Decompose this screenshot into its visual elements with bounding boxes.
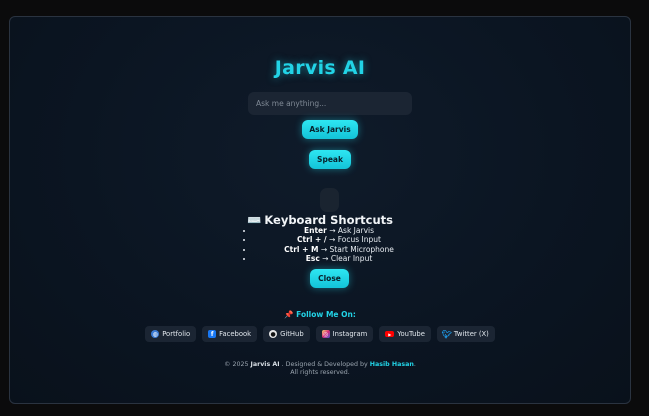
shortcut-item: Esc → Clear Input bbox=[254, 254, 424, 263]
shortcut-item: Ctrl + M → Start Microphone bbox=[254, 245, 424, 254]
search-input[interactable] bbox=[248, 92, 412, 115]
facebook-icon: f bbox=[208, 330, 217, 338]
shortcuts-heading: ⌨️ Keyboard Shortcuts bbox=[10, 213, 630, 227]
footer-credit: © 2025 Jarvis AI . Designed & Developed … bbox=[224, 361, 416, 368]
app-panel: Jarvis AI Ask Jarvis Speak ⌨️Keyboard Sh… bbox=[9, 16, 631, 404]
social-link-github[interactable]: ● GitHub bbox=[263, 326, 310, 342]
keyboard-icon: ⌨️ bbox=[246, 213, 262, 227]
follow-heading: 📌 Follow Me On: bbox=[284, 310, 356, 319]
shortcuts-title: Keyboard Shortcuts bbox=[264, 213, 394, 227]
close-button[interactable]: Close bbox=[310, 269, 349, 288]
social-link-portfolio[interactable]: ◍ Portfolio bbox=[145, 326, 197, 342]
instagram-icon: ◎ bbox=[321, 330, 330, 338]
speak-button[interactable]: Speak bbox=[309, 150, 351, 169]
youtube-icon: ▶ bbox=[385, 331, 395, 337]
social-link-youtube[interactable]: ▶ YouTube bbox=[379, 326, 431, 342]
ask-jarvis-button[interactable]: Ask Jarvis bbox=[302, 120, 358, 139]
app-title: Jarvis AI bbox=[274, 57, 366, 79]
social-link-instagram[interactable]: ◎ Instagram bbox=[315, 326, 374, 342]
microphone-indicator[interactable] bbox=[320, 188, 339, 212]
social-link-facebook[interactable]: f Facebook bbox=[202, 326, 258, 342]
footer-rights: All rights reserved. bbox=[290, 368, 350, 376]
social-links: ◍ Portfolio f Facebook ● GitHub ◎ Instag… bbox=[10, 326, 630, 342]
shortcut-item: Enter → Ask Jarvis bbox=[254, 226, 424, 235]
github-icon: ● bbox=[269, 330, 278, 338]
social-link-twitter[interactable]: 🐦︎ Twitter (X) bbox=[436, 326, 495, 342]
footer: © 2025 Jarvis AI . Designed & Developed … bbox=[10, 361, 630, 376]
shortcut-item: Ctrl + / → Focus Input bbox=[254, 235, 424, 244]
author-link[interactable]: Hasib Hasan bbox=[370, 361, 414, 368]
twitter-icon: 🐦︎ bbox=[441, 329, 452, 339]
globe-icon: ◍ bbox=[151, 330, 160, 338]
pin-icon: 📌 bbox=[284, 310, 294, 319]
shortcuts-list: Enter → Ask Jarvis Ctrl + / → Focus Inpu… bbox=[244, 226, 424, 263]
